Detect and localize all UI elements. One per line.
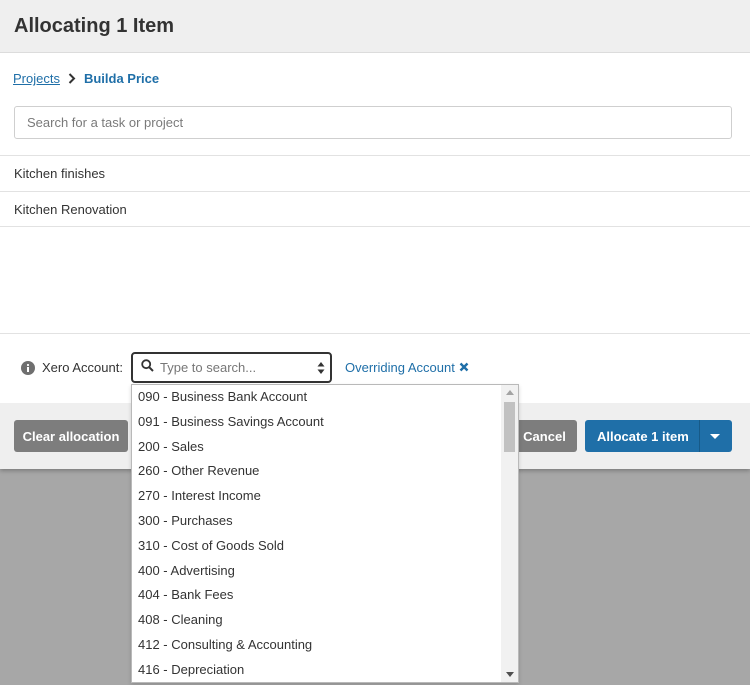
info-icon (21, 361, 35, 375)
chevron-right-icon (65, 73, 79, 84)
account-option[interactable]: 091 - Business Savings Account (132, 410, 502, 435)
modal-title: Allocating 1 Item (14, 15, 175, 37)
scrollbar-thumb[interactable] (504, 402, 515, 452)
overriding-account-label: Overriding Account (345, 360, 455, 375)
account-option[interactable]: 260 - Other Revenue (132, 459, 502, 484)
xero-account-select[interactable] (131, 352, 332, 383)
account-option[interactable]: 412 - Consulting & Accounting (132, 633, 502, 658)
account-option[interactable]: 404 - Bank Fees (132, 583, 502, 608)
task-list: Kitchen finishes Kitchen Renovation (0, 155, 750, 227)
overriding-account-link[interactable]: Overriding Account (345, 360, 469, 375)
dropdown-scrollbar[interactable] (501, 385, 518, 682)
modal-header: Allocating 1 Item (0, 0, 750, 53)
close-icon[interactable] (459, 360, 469, 375)
account-option[interactable]: 416 - Depreciation (132, 658, 502, 682)
account-options-list: 090 - Business Bank Account 091 - Busine… (132, 385, 502, 682)
breadcrumb: Projects Builda Price (13, 71, 159, 86)
caret-down-icon[interactable] (710, 434, 720, 439)
scroll-up-icon[interactable] (506, 390, 514, 395)
task-search-input[interactable] (14, 106, 732, 139)
allocate-button-label: Allocate 1 item (597, 428, 689, 444)
account-option[interactable]: 310 - Cost of Goods Sold (132, 534, 502, 559)
breadcrumb-current: Builda Price (83, 71, 160, 86)
scroll-down-icon[interactable] (506, 672, 514, 677)
account-option[interactable]: 300 - Purchases (132, 509, 502, 534)
task-item-kitchen-finishes[interactable]: Kitchen finishes (0, 155, 750, 191)
clear-allocation-button[interactable]: Clear allocation (14, 420, 128, 452)
split-divider (699, 420, 700, 452)
xero-account-label: Xero Account: (42, 360, 123, 375)
account-option[interactable]: 090 - Business Bank Account (132, 385, 502, 410)
account-option[interactable]: 408 - Cleaning (132, 608, 502, 633)
sort-arrows-icon (317, 361, 325, 375)
account-option[interactable]: 400 - Advertising (132, 559, 502, 584)
xero-account-dropdown[interactable]: 090 - Business Bank Account 091 - Busine… (131, 384, 519, 683)
breadcrumb-projects-link[interactable]: Projects (13, 71, 60, 86)
cancel-button[interactable]: Cancel (512, 420, 577, 452)
account-option[interactable]: 270 - Interest Income (132, 484, 502, 509)
task-item-kitchen-renovation[interactable]: Kitchen Renovation (0, 191, 750, 227)
search-icon (141, 358, 154, 377)
allocate-button[interactable]: Allocate 1 item (585, 420, 732, 452)
account-option[interactable]: 200 - Sales (132, 435, 502, 460)
xero-account-search-input[interactable] (154, 360, 310, 375)
